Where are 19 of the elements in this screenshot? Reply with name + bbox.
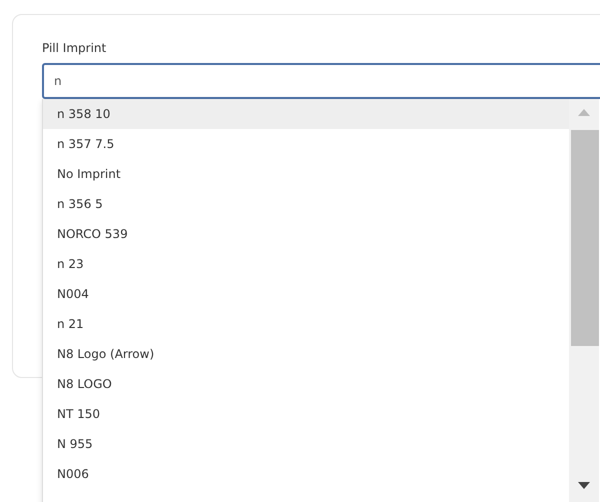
dropdown-option[interactable]: N8 Logo (Arrow) [43, 339, 569, 369]
scroll-down-icon[interactable] [578, 482, 590, 489]
field-label: Pill Imprint [42, 41, 108, 55]
dropdown-option[interactable]: n 21 [43, 309, 569, 339]
dropdown-option[interactable]: n 23 [43, 249, 569, 279]
imprint-input[interactable]: n [42, 63, 600, 99]
scroll-thumb[interactable] [571, 130, 599, 346]
dropdown-option[interactable]: n 357 7.5 [43, 129, 569, 159]
scroll-up-icon[interactable] [578, 109, 590, 116]
dropdown-option[interactable]: N004 [43, 279, 569, 309]
dropdown-option[interactable]: No Imprint [43, 159, 569, 189]
scrollbar[interactable] [569, 99, 599, 502]
dropdown-option[interactable]: n 358 10 [43, 99, 569, 129]
dropdown-option[interactable]: n 356 5 [43, 189, 569, 219]
dropdown-option[interactable]: N006 [43, 459, 569, 489]
dropdown-option[interactable]: NT 150 [43, 399, 569, 429]
dropdown-option[interactable]: N 955 [43, 429, 569, 459]
dropdown-option[interactable]: NORCO 539 [43, 219, 569, 249]
dropdown-option[interactable]: N8 LOGO [43, 369, 569, 399]
